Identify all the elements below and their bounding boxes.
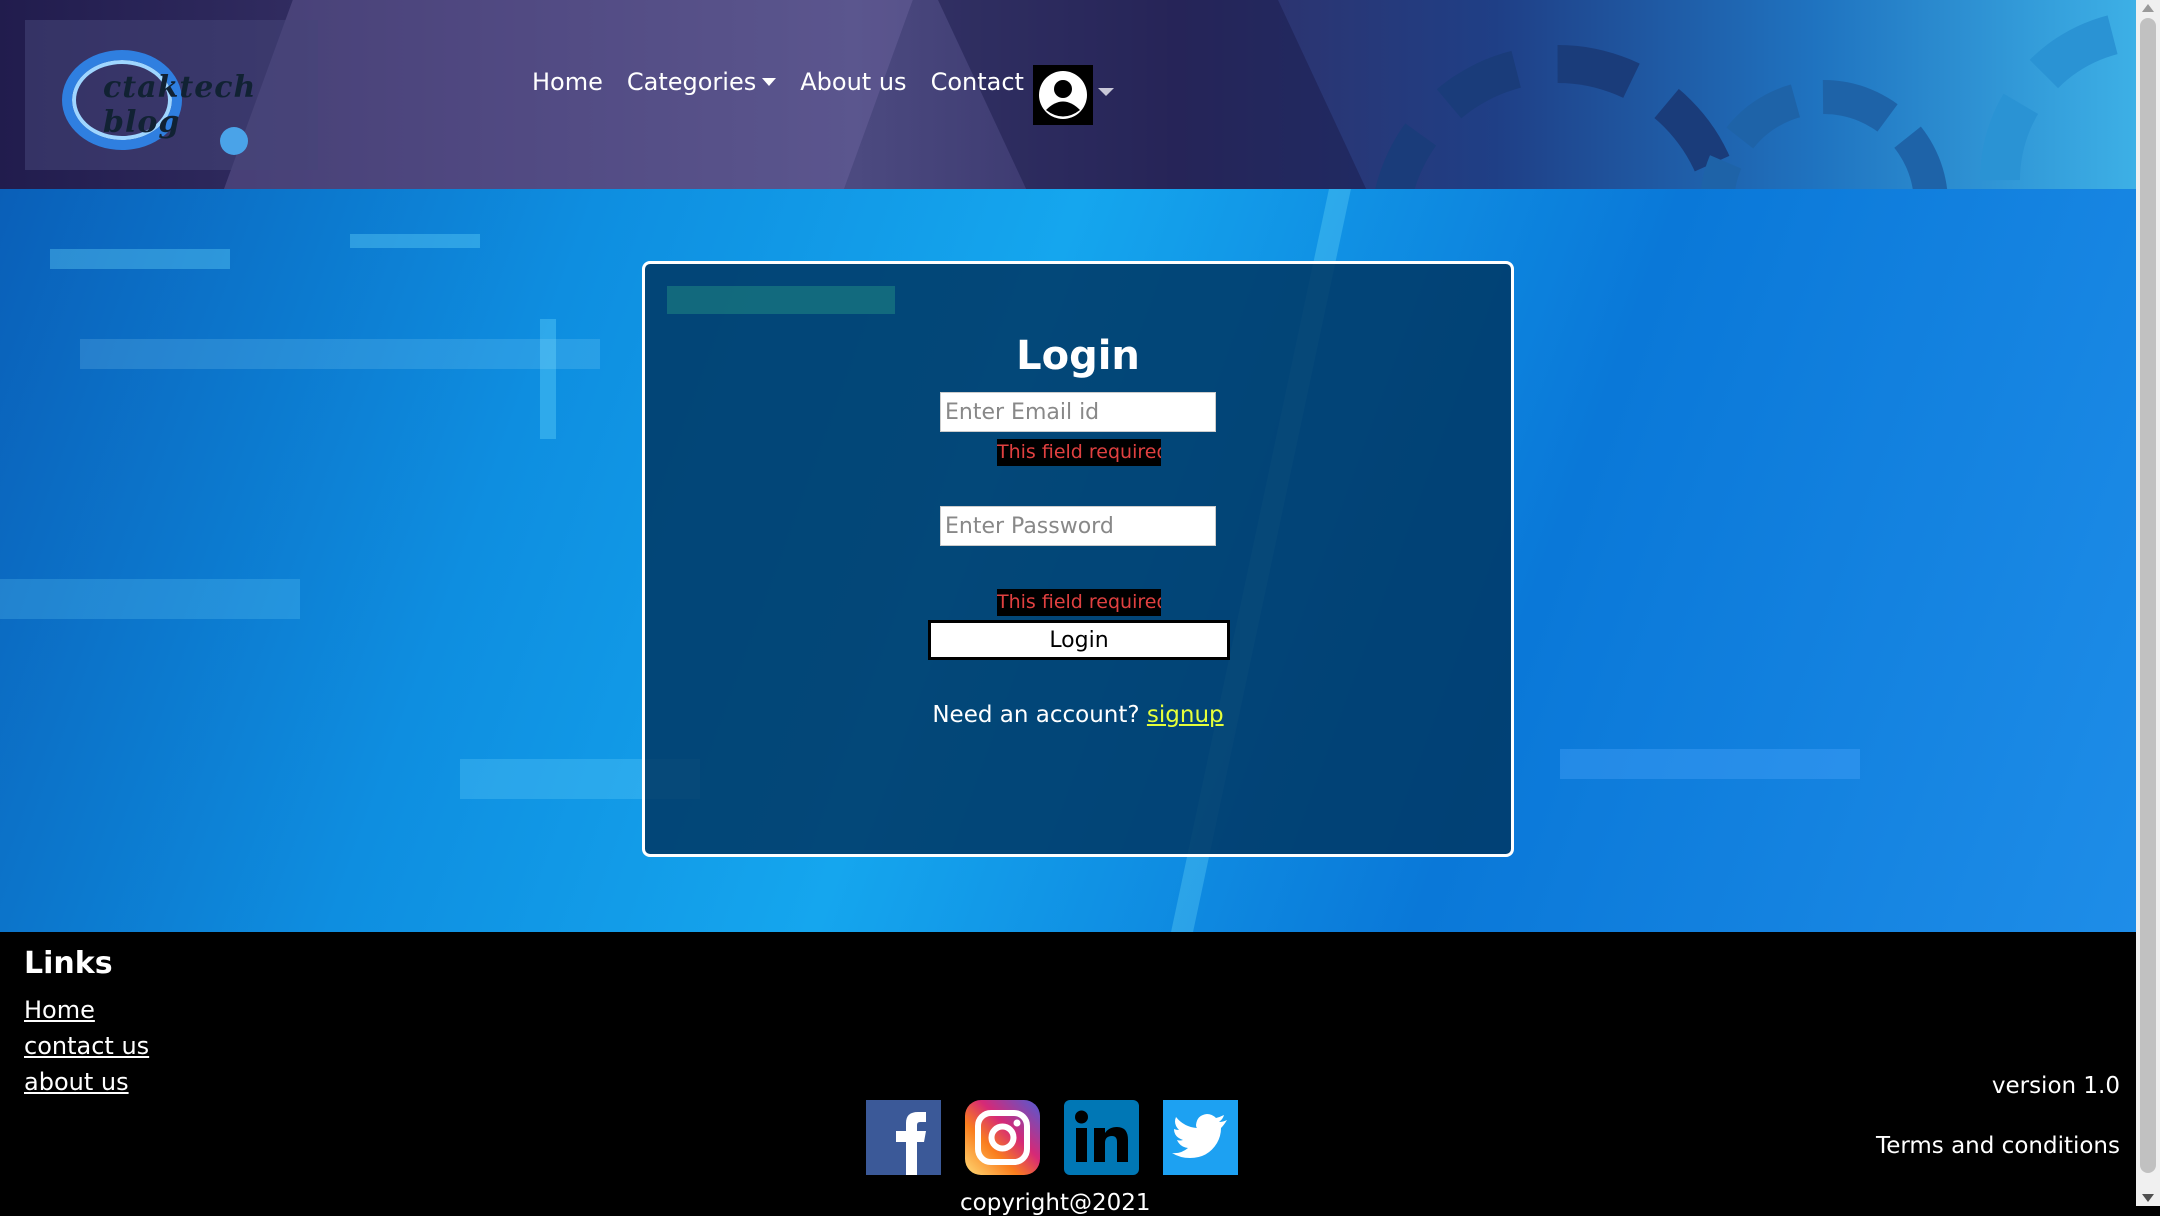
page-scrollbar[interactable] [2136, 0, 2160, 1206]
main-nav: Home Categories About us Contact us [532, 68, 1083, 96]
password-error-message: This field required [997, 589, 1161, 616]
footer-link-home[interactable]: Home [24, 996, 95, 1024]
site-logo[interactable]: ctaktech blog [25, 20, 318, 170]
linkedin-icon[interactable] [1064, 1100, 1139, 1175]
chevron-down-icon[interactable] [1098, 88, 1114, 96]
email-field[interactable] [940, 392, 1216, 432]
nav-home[interactable]: Home [532, 68, 603, 96]
logo-wordmark: ctaktech blog [103, 70, 257, 140]
footer-link-about-us[interactable]: about us [24, 1068, 129, 1096]
card-decoration [667, 286, 895, 314]
password-field[interactable] [940, 506, 1216, 546]
footer-links-title: Links [24, 946, 113, 981]
email-error-message: This field required [997, 439, 1161, 466]
facebook-icon[interactable] [866, 1100, 941, 1175]
signup-link[interactable]: signup [1147, 702, 1224, 728]
scrollbar-thumb[interactable] [2140, 18, 2156, 1173]
background-streak [540, 319, 556, 439]
signup-prompt: Need an account? signup [932, 702, 1224, 728]
site-header: ctaktech blog Home Categories About us C… [0, 0, 2136, 189]
background-streak [50, 249, 230, 269]
gear-decoration-icon [1370, 45, 1746, 189]
background-streak [350, 234, 480, 248]
scroll-up-icon[interactable] [2142, 4, 2154, 12]
nav-categories-dropdown[interactable]: Categories [627, 68, 777, 96]
login-card: Login This field required This field req… [642, 261, 1514, 857]
background-streak [80, 339, 600, 369]
scroll-down-icon[interactable] [2142, 1194, 2154, 1202]
logo-drop-icon [220, 127, 248, 155]
user-avatar-icon [1039, 71, 1087, 119]
version-label: version 1.0 [1991, 1073, 2120, 1099]
gear-decoration-icon [1700, 80, 1948, 189]
gear-decoration-icon [1980, 10, 2136, 189]
terms-link[interactable]: Terms and conditions [1876, 1133, 2120, 1159]
instagram-icon[interactable] [965, 1100, 1040, 1175]
background-streak [0, 579, 300, 619]
nav-about-us[interactable]: About us [800, 68, 906, 96]
site-footer: Links Home contact us about us version 1… [0, 932, 2136, 1216]
login-button[interactable]: Login [928, 620, 1230, 660]
background-streak [1560, 749, 1860, 779]
copyright-text: copyright@2021 [960, 1190, 1151, 1216]
chevron-down-icon [762, 78, 777, 86]
twitter-icon[interactable] [1163, 1100, 1238, 1175]
footer-link-contact-us[interactable]: contact us [24, 1032, 149, 1060]
user-avatar-button[interactable] [1033, 65, 1093, 125]
login-title: Login [1016, 333, 1140, 379]
